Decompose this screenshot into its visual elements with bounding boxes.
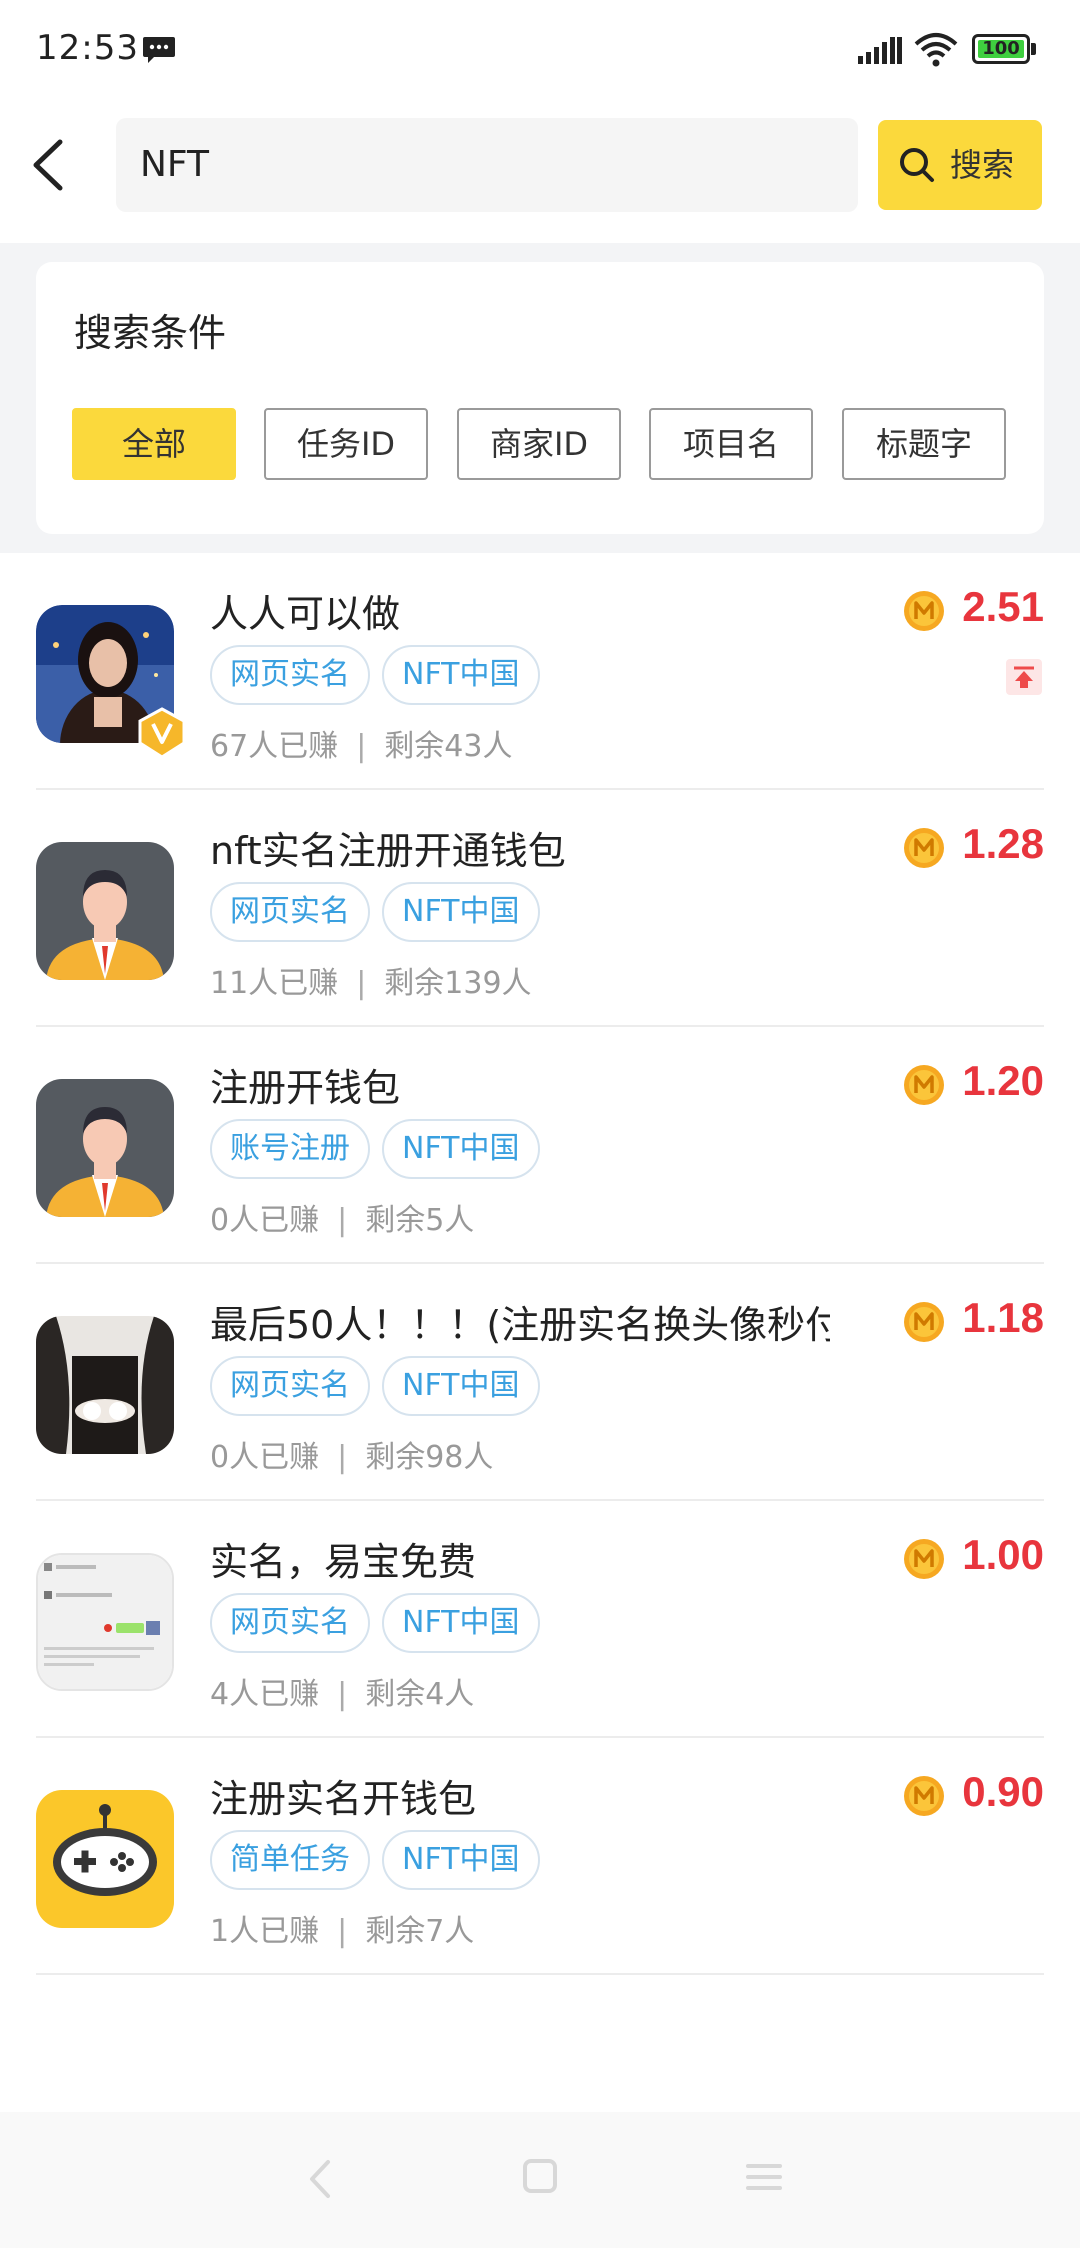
- coin-icon: [904, 1776, 944, 1816]
- task-tag: 网页实名: [210, 882, 370, 942]
- task-tag: NFT中国: [382, 1830, 540, 1890]
- search-icon: [900, 148, 934, 182]
- message-icon: [143, 37, 175, 63]
- task-avatar: [36, 842, 174, 980]
- system-nav-bar: [0, 2112, 1080, 2248]
- task-remaining: 剩余139人: [384, 966, 532, 1001]
- task-avatar: [36, 1790, 174, 1928]
- task-earned: 11人已赚: [210, 966, 339, 1001]
- task-title: 实名，易宝免费: [210, 1540, 477, 1584]
- search-input[interactable]: [116, 118, 858, 212]
- task-title: 最后50人！！！(注册实名换头像秒付@: [210, 1303, 830, 1347]
- task-stats: 0人已赚 | 剩余98人: [210, 1440, 494, 1475]
- task-stats: 4人已赚 | 剩余4人: [210, 1677, 475, 1712]
- task-stats: 11人已赚 | 剩余139人: [210, 966, 532, 1001]
- task-price: 1.28: [962, 820, 1044, 867]
- task-tag: NFT中国: [382, 882, 540, 942]
- task-stats: 0人已赚 | 剩余5人: [210, 1203, 475, 1238]
- task-tag: 网页实名: [210, 1356, 370, 1416]
- coin-icon: [904, 1302, 944, 1342]
- task-tag: 简单任务: [210, 1830, 370, 1890]
- task-earned: 0人已赚: [210, 1440, 320, 1475]
- task-list-item[interactable]: nft实名注册开通钱包 网页实名 NFT中国 11人已赚 | 剩余139人 1.28: [0, 790, 1080, 1027]
- task-price: 1.20: [962, 1057, 1044, 1104]
- signal-icon: [858, 37, 902, 64]
- task-price: 1.00: [962, 1531, 1044, 1578]
- task-tag: 网页实名: [210, 645, 370, 705]
- criteria-chip-project-name[interactable]: 项目名: [649, 408, 813, 480]
- task-remaining: 剩余4人: [365, 1677, 475, 1712]
- task-tag: NFT中国: [382, 1356, 540, 1416]
- battery-level: 100: [982, 38, 1020, 59]
- task-tag: NFT中国: [382, 1119, 540, 1179]
- task-tag: NFT中国: [382, 1593, 540, 1653]
- criteria-title: 搜索条件: [74, 311, 227, 355]
- task-title: 注册实名开钱包: [210, 1777, 477, 1821]
- task-remaining: 剩余7人: [365, 1914, 475, 1949]
- task-avatar: [36, 1316, 174, 1454]
- task-title: nft实名注册开通钱包: [210, 829, 566, 873]
- back-arrow-icon[interactable]: [20, 130, 80, 200]
- coin-icon: [904, 591, 944, 631]
- status-bar: 12:53 100: [0, 0, 1080, 100]
- criteria-card: 搜索条件 全部 任务ID 商家ID 项目名 标题字: [36, 262, 1044, 534]
- task-earned: 4人已赚: [210, 1677, 320, 1712]
- nav-home-icon[interactable]: [522, 2158, 558, 2194]
- task-avatar: [36, 1079, 174, 1217]
- task-earned: 1人已赚: [210, 1914, 320, 1949]
- criteria-section: 搜索条件 全部 任务ID 商家ID 项目名 标题字: [0, 243, 1080, 553]
- task-stats: 67人已赚 | 剩余43人: [210, 729, 513, 764]
- criteria-chip-all[interactable]: 全部: [72, 408, 236, 480]
- task-tag: NFT中国: [382, 645, 540, 705]
- pin-top-icon[interactable]: [1006, 659, 1042, 695]
- criteria-chip-merchant-id[interactable]: 商家ID: [457, 408, 621, 480]
- task-remaining: 剩余43人: [384, 729, 513, 764]
- task-earned: 67人已赚: [210, 729, 339, 764]
- task-price: 2.51: [962, 583, 1044, 630]
- wifi-icon: [914, 33, 958, 67]
- task-price: 1.18: [962, 1294, 1044, 1341]
- task-list-item[interactable]: 注册实名开钱包 简单任务 NFT中国 1人已赚 | 剩余7人 0.90: [0, 1738, 1080, 1975]
- coin-icon: [904, 828, 944, 868]
- task-tag: 网页实名: [210, 1593, 370, 1653]
- nav-menu-icon[interactable]: [744, 2160, 784, 2194]
- nav-back-icon[interactable]: [300, 2154, 340, 2204]
- criteria-chip-task-id[interactable]: 任务ID: [264, 408, 428, 480]
- task-stats: 1人已赚 | 剩余7人: [210, 1914, 475, 1949]
- coin-icon: [904, 1539, 944, 1579]
- task-list-item[interactable]: 人人可以做 网页实名 NFT中国 67人已赚 | 剩余43人 2.51: [0, 553, 1080, 790]
- search-button-label: 搜索: [950, 146, 1015, 184]
- task-title: 注册开钱包: [210, 1066, 401, 1110]
- task-earned: 0人已赚: [210, 1203, 320, 1238]
- task-price: 0.90: [962, 1768, 1044, 1815]
- search-button[interactable]: 搜索: [878, 120, 1042, 210]
- vip-badge-icon: [138, 707, 186, 759]
- task-avatar: [36, 1553, 174, 1691]
- task-list-item[interactable]: 实名，易宝免费 网页实名 NFT中国 4人已赚 | 剩余4人 1.00: [0, 1501, 1080, 1738]
- status-time: 12:53: [36, 28, 139, 68]
- task-list-item[interactable]: 最后50人！！！(注册实名换头像秒付@ 网页实名 NFT中国 0人已赚 | 剩余98…: [0, 1264, 1080, 1501]
- battery-icon: 100: [972, 34, 1036, 64]
- coin-icon: [904, 1065, 944, 1105]
- task-remaining: 剩余98人: [365, 1440, 494, 1475]
- task-tag: 账号注册: [210, 1119, 370, 1179]
- task-title: 人人可以做: [210, 592, 401, 636]
- task-avatar: [36, 605, 186, 759]
- task-remaining: 剩余5人: [365, 1203, 475, 1238]
- search-header: 搜索: [0, 100, 1080, 243]
- criteria-chip-title-keyword[interactable]: 标题字: [842, 408, 1006, 480]
- task-list-item[interactable]: 注册开钱包 账号注册 NFT中国 0人已赚 | 剩余5人 1.20: [0, 1027, 1080, 1264]
